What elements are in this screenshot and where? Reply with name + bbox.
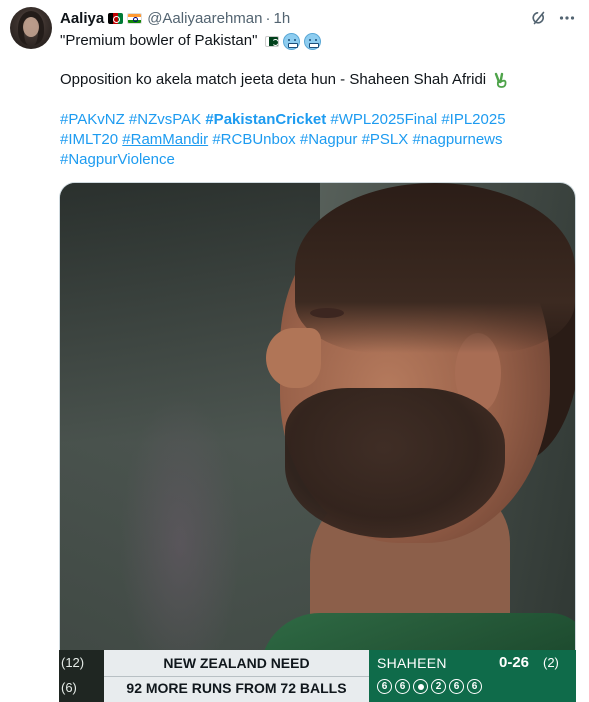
- india-flag-icon: [127, 12, 143, 24]
- body-text: Opposition ko akela match jeeta deta hun…: [60, 71, 487, 88]
- hashtag-link[interactable]: #IPL2025: [441, 111, 505, 128]
- player-hair: [295, 183, 575, 353]
- hashtag-list: #PAKvNZ #NZvsPAK #PakistanCricket #WPL20…: [60, 110, 565, 170]
- score-overlay: (12) (6) NEW ZEALAND NEED 92 MORE RUNS F…: [59, 650, 576, 702]
- tweet-header: Aaliya @Aaliyaarehman · 1h: [60, 8, 290, 28]
- hashtag-link[interactable]: #RCBUnbox: [212, 131, 295, 148]
- grok-icon[interactable]: [530, 9, 548, 27]
- score-need-bottom: 92 MORE RUNS FROM 72 BALLS: [126, 680, 347, 696]
- bowler-overs: (2): [543, 655, 559, 670]
- author-name[interactable]: Aaliya: [60, 10, 104, 27]
- hashtag-link[interactable]: #Nagpur: [300, 131, 358, 148]
- tweet-time[interactable]: 1h: [274, 10, 291, 27]
- quote-text: "Premium bowler of Pakistan": [60, 32, 258, 49]
- player-nose: [266, 328, 321, 388]
- ball-result: 2: [431, 679, 446, 694]
- hashtag-link[interactable]: #PakistanCricket: [205, 111, 326, 128]
- score-divider: [104, 676, 369, 677]
- hashtag-link[interactable]: #NZvsPAK: [129, 111, 201, 128]
- tweet-media-image[interactable]: [59, 182, 576, 702]
- hashtag-link[interactable]: #PAKvNZ: [60, 111, 125, 128]
- afghanistan-flag-icon: [108, 12, 124, 24]
- over-balls: 66266: [377, 679, 482, 694]
- tweet-card[interactable]: Aaliya @Aaliyaarehman · 1h "Premium bowl…: [0, 0, 589, 702]
- ball-result: 6: [377, 679, 392, 694]
- hashtag-link[interactable]: #IMLT20: [60, 131, 118, 148]
- separator-dot: ·: [265, 9, 271, 27]
- hashtag-link[interactable]: #NagpurViolence: [60, 151, 175, 168]
- victory-hand-emoji: [494, 72, 507, 88]
- ball-result: 6: [467, 679, 482, 694]
- tweet-text-line1: "Premium bowler of Pakistan": [60, 31, 322, 51]
- player-eye: [310, 308, 344, 318]
- score-left-top: (12): [61, 655, 85, 670]
- image-background-blur: [120, 393, 240, 693]
- ball-result: 6: [449, 679, 464, 694]
- bowler-name: SHAHEEN: [377, 655, 447, 671]
- more-horizontal-icon[interactable]: [558, 9, 576, 27]
- hashtag-link[interactable]: #nagpurnews: [412, 131, 502, 148]
- cold-face-emoji: [304, 32, 322, 50]
- cold-face-emoji: [283, 32, 301, 50]
- hashtag-link[interactable]: #WPL2025Final: [330, 111, 437, 128]
- bowler-figures: 0-26: [499, 654, 530, 671]
- score-left-bottom: (6): [61, 680, 77, 695]
- pakistan-flag-icon: [265, 35, 280, 47]
- avatar-face: [23, 17, 39, 37]
- hashtag-link[interactable]: #RamMandir: [122, 131, 208, 148]
- ball-result: 6: [395, 679, 410, 694]
- author-handle[interactable]: @Aaliyaarehman: [147, 10, 262, 27]
- hashtag-link[interactable]: #PSLX: [362, 131, 409, 148]
- score-need-top: NEW ZEALAND NEED: [163, 655, 310, 671]
- ball-result: [413, 679, 428, 694]
- tweet-text-line2: Opposition ko akela match jeeta deta hun…: [60, 70, 510, 90]
- avatar[interactable]: [10, 7, 52, 49]
